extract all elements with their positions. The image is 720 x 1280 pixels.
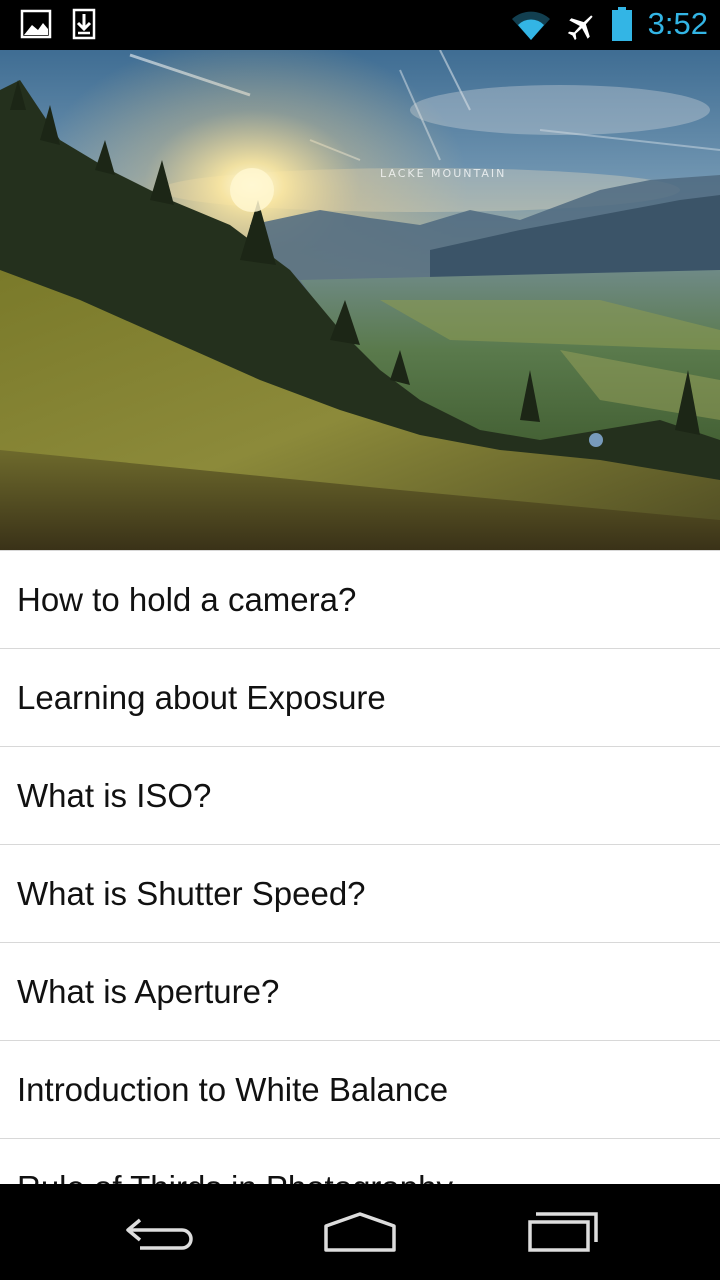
list-item-label: How to hold a camera? [17, 581, 357, 618]
list-item[interactable]: What is ISO? [0, 747, 720, 845]
app-screen: 3:52 LACKE MOUNTAIN How to hold a camera… [0, 0, 720, 1280]
navigation-bar [0, 1184, 720, 1280]
list-item[interactable]: What is Aperture? [0, 943, 720, 1041]
list-item-label: Introduction to White Balance [17, 1071, 449, 1108]
image-notification-icon [20, 8, 52, 40]
lesson-list: How to hold a camera? Learning about Exp… [0, 550, 720, 1185]
list-item-label: What is Aperture? [17, 973, 280, 1010]
recent-apps-icon[interactable] [522, 1206, 602, 1258]
back-icon[interactable] [120, 1206, 200, 1258]
list-item-label: What is Shutter Speed? [17, 875, 366, 912]
home-icon[interactable] [320, 1206, 400, 1258]
list-item-label: Rule of Thirds in Photography [17, 1169, 453, 1185]
download-notification-icon [72, 8, 104, 40]
list-item-label: Learning about Exposure [17, 679, 386, 716]
wifi-icon [510, 10, 552, 47]
list-item-label: What is ISO? [17, 777, 212, 814]
list-item[interactable]: What is Shutter Speed? [0, 845, 720, 943]
list-item[interactable]: Introduction to White Balance [0, 1041, 720, 1139]
status-clock: 3:52 [647, 6, 708, 41]
list-item[interactable]: Rule of Thirds in Photography [0, 1139, 720, 1185]
airplane-mode-icon [566, 10, 598, 47]
hero-landscape-image: LACKE MOUNTAIN [0, 50, 720, 550]
image-watermark: LACKE MOUNTAIN [380, 167, 507, 180]
status-bar: 3:52 [0, 0, 720, 50]
list-item[interactable]: How to hold a camera? [0, 551, 720, 649]
list-item[interactable]: Learning about Exposure [0, 649, 720, 747]
battery-icon [611, 7, 633, 46]
